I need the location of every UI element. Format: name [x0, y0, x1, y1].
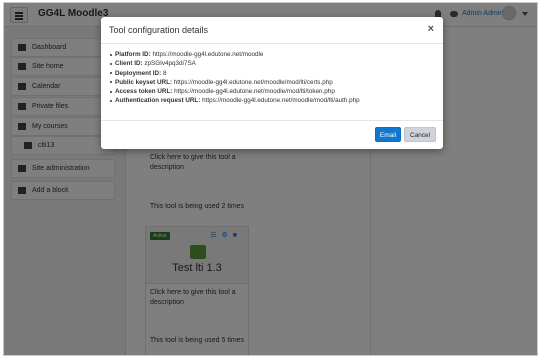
- cancel-button[interactable]: Cancel: [404, 127, 436, 142]
- config-details-list: Platform ID: https://moodle-gg4l.edutone…: [110, 50, 360, 106]
- divider: [101, 120, 443, 121]
- detail-public-keyset-url: Public keyset URL: https://moodle-gg4l.e…: [110, 78, 360, 87]
- modal-title: Tool configuration details: [109, 25, 209, 35]
- detail-deployment-id: Deployment ID: 8: [110, 69, 360, 78]
- browser-viewport: GG4L Moodle3 Admin Admin Dashboard Site …: [3, 2, 538, 356]
- email-button[interactable]: Email: [375, 127, 401, 142]
- close-icon[interactable]: ×: [428, 23, 434, 35]
- detail-auth-request-url: Authentication request URL: https://mood…: [110, 97, 360, 105]
- detail-platform-id: Platform ID: https://moodle-gg4l.edutone…: [110, 50, 360, 59]
- detail-access-token-url: Access token URL: https://moodle-gg4l.ed…: [110, 87, 360, 96]
- detail-client-id: Client ID: zpSGIv4pq3di7SA: [110, 59, 360, 68]
- tool-config-modal: Tool configuration details × Platform ID…: [101, 17, 443, 149]
- divider: [101, 43, 443, 44]
